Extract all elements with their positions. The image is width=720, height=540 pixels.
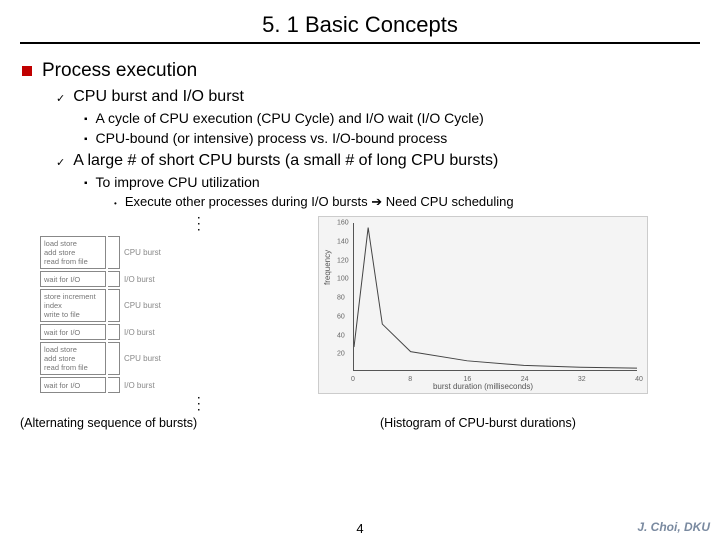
text: A large # of short CPU bursts (a small #… [73, 152, 498, 170]
burst-label: CPU burst [124, 354, 161, 363]
label-io-burst: I/O burst [183, 88, 244, 105]
dot-icon: • [114, 199, 117, 208]
chart-ytick: 40 [337, 332, 345, 339]
content-area: Process execution ✓ CPU burst and I/O bu… [0, 44, 720, 210]
figures-row: ··· load storeadd storeread from file CPU… [0, 216, 720, 414]
caption-left: (Alternating sequence of bursts) [20, 416, 320, 430]
text: To improve CPU utilization [96, 174, 260, 190]
captions-row: (Alternating sequence of bursts) (Histog… [0, 416, 720, 430]
text: A cycle of CPU execution (CPU Cycle) and… [96, 110, 484, 126]
burst-label: I/O burst [124, 275, 155, 284]
bullet-execute-other: • Execute other processes during I/O bur… [114, 194, 698, 210]
burst-row: load storeadd storeread from file CPU bur… [40, 236, 300, 269]
vdots-icon: ··· [100, 216, 300, 234]
chart-plot-area [353, 223, 637, 371]
burst-box: wait for I/O [40, 324, 106, 340]
bullet-process-execution: Process execution [22, 60, 698, 82]
square-icon: ▪ [84, 114, 88, 125]
burst-row: store incrementindexwrite to file CPU bur… [40, 289, 300, 322]
burst-box: wait for I/O [40, 377, 106, 393]
check-icon: ✓ [56, 156, 65, 169]
burst-row: wait for I/O I/O burst [40, 377, 300, 393]
burst-label: CPU burst [124, 301, 161, 310]
bracket-icon [108, 324, 120, 340]
chart-ylabel: frequency [323, 250, 332, 285]
footer-credit: J. Choi, DKU [637, 520, 710, 534]
chart-line-path [354, 223, 637, 370]
burst-box: store incrementindexwrite to file [40, 289, 106, 322]
bracket-icon [108, 377, 120, 393]
burst-box: load storeadd storeread from file [40, 236, 106, 269]
text: Execute other processes during I/O burst… [125, 194, 514, 210]
vdots-icon: ··· [100, 396, 300, 414]
burst-row: load storeadd storeread from file CPU bur… [40, 342, 300, 375]
burst-box: wait for I/O [40, 271, 106, 287]
chart-ytick: 20 [337, 351, 345, 358]
burst-label: I/O burst [124, 381, 155, 390]
chart-ytick: 100 [337, 276, 349, 283]
page-title: 5. 1 Basic Concepts [0, 0, 720, 38]
bullet-bound: ▪ CPU-bound (or intensive) process vs. I… [84, 130, 698, 146]
figure-alternating-bursts: ··· load storeadd storeread from file CPU… [40, 216, 300, 414]
chart-ytick: 160 [337, 220, 349, 227]
square-icon: ▪ [84, 134, 88, 145]
text-and: and [147, 88, 183, 105]
check-icon: ✓ [56, 92, 65, 105]
square-icon: ▪ [84, 178, 88, 189]
text: Process execution [42, 60, 197, 82]
bracket-icon [108, 236, 120, 269]
burst-row: wait for I/O I/O burst [40, 271, 300, 287]
bullet-cpu-io-burst: ✓ CPU burst and I/O burst [56, 88, 698, 106]
chart-ytick: 140 [337, 238, 349, 245]
chart-ytick: 60 [337, 313, 345, 320]
chart-ytick: 120 [337, 257, 349, 264]
text: CPU-bound (or intensive) process vs. I/O… [96, 130, 448, 146]
label-cpu-burst: CPU burst [73, 88, 147, 105]
bullet-large-short-bursts: ✓ A large # of short CPU bursts (a small… [56, 152, 698, 170]
caption-right: (Histogram of CPU-burst durations) [380, 416, 576, 430]
bracket-icon [108, 342, 120, 375]
bracket-icon [108, 289, 120, 322]
text: CPU burst and I/O burst [73, 88, 244, 106]
figure-histogram: frequency 20406080100120140160 081624324… [318, 216, 648, 394]
bullet-improve-util: ▪ To improve CPU utilization [84, 174, 698, 190]
burst-label: I/O burst [124, 328, 155, 337]
burst-row: wait for I/O I/O burst [40, 324, 300, 340]
bullet-cycle: ▪ A cycle of CPU execution (CPU Cycle) a… [84, 110, 698, 126]
chart-xlabel: burst duration (milliseconds) [319, 382, 647, 391]
page-number: 4 [0, 521, 720, 536]
square-bullet-icon [22, 66, 32, 76]
burst-box: load storeadd storeread from file [40, 342, 106, 375]
chart-ytick: 80 [337, 295, 345, 302]
bracket-icon [108, 271, 120, 287]
burst-label: CPU burst [124, 248, 161, 257]
